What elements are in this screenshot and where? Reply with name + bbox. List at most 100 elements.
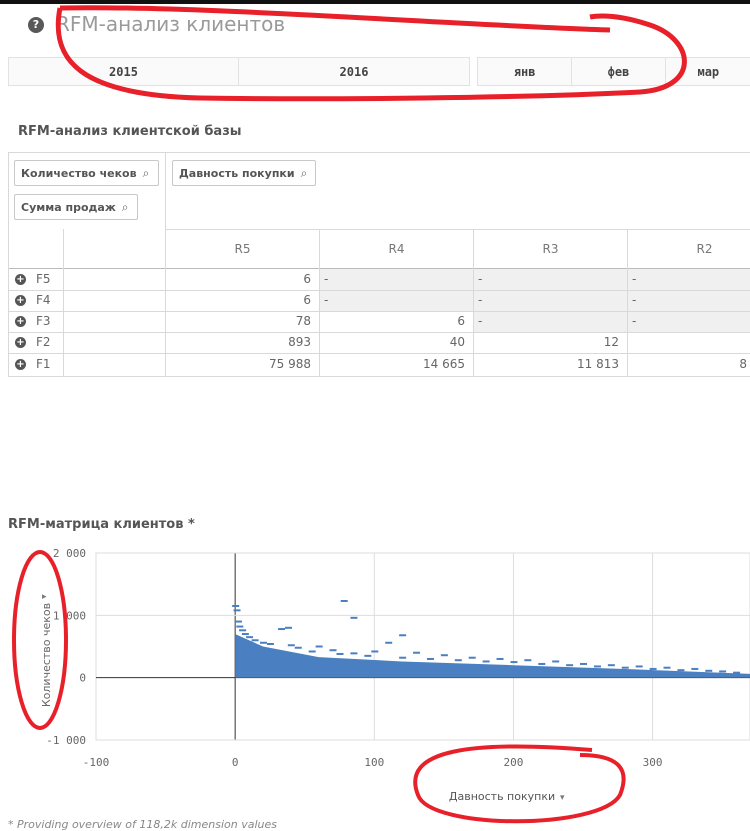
scatter-point[interactable] (371, 650, 379, 653)
column-header-r4[interactable]: R4 (320, 230, 473, 268)
scatter-point[interactable] (510, 661, 518, 664)
scatter-point[interactable] (538, 662, 546, 665)
search-icon[interactable]: ⌕ (301, 166, 308, 181)
scatter-point[interactable] (482, 660, 490, 663)
scatter-point[interactable] (246, 636, 254, 639)
scatter-point[interactable] (266, 643, 274, 646)
scatter-point[interactable] (593, 665, 601, 668)
scatter-point[interactable] (233, 609, 241, 612)
scatter-point[interactable] (278, 628, 286, 631)
scatter-point[interactable] (315, 645, 323, 648)
scatter-point[interactable] (241, 633, 249, 636)
scatter-point[interactable] (350, 652, 358, 655)
scatter-point[interactable] (364, 654, 372, 657)
table-cell: - (478, 314, 483, 328)
rfm-matrix-chart[interactable]: -100 0 100 200 300 2 000 1 000 0 -1 000 Количест… (0, 545, 750, 827)
dimension-label: Сумма продаж (21, 200, 116, 214)
scatter-point[interactable] (663, 666, 671, 669)
row-header-f3[interactable]: + F3 (8, 311, 51, 332)
search-icon[interactable]: ⌕ (143, 166, 150, 181)
plot-area (95, 552, 750, 741)
scatter-point[interactable] (454, 659, 462, 662)
scatter-point[interactable] (340, 599, 348, 602)
row-header-f1[interactable]: + F1 (8, 354, 51, 375)
expand-plus-icon[interactable]: + (15, 359, 26, 370)
table-cell: 8 (739, 357, 747, 371)
scatter-point[interactable] (413, 651, 421, 654)
table-cell: - (478, 293, 483, 307)
scatter-point[interactable] (649, 667, 657, 670)
table-cell: - (324, 293, 329, 307)
expand-plus-icon[interactable]: + (15, 274, 26, 285)
table-cell: 14 665 (423, 357, 465, 371)
scatter-point[interactable] (607, 664, 615, 667)
dropdown-arrow-icon[interactable]: ▾ (560, 793, 565, 803)
scatter-point[interactable] (705, 669, 713, 672)
row-header-f5[interactable]: + F5 (8, 269, 51, 290)
dimension-chip-checks[interactable]: Количество чеков ⌕ (14, 160, 159, 186)
scatter-point[interactable] (336, 652, 344, 655)
scatter-point[interactable] (239, 629, 247, 632)
expand-plus-icon[interactable]: + (15, 316, 26, 327)
scatter-point[interactable] (350, 616, 358, 619)
scatter-point[interactable] (621, 666, 629, 669)
scatter-point[interactable] (329, 649, 337, 652)
matrix-title: RFM-матрица клиентов * (8, 517, 195, 532)
scatter-point[interactable] (580, 662, 588, 665)
scatter-point[interactable] (468, 656, 476, 659)
scatter-point[interactable] (496, 657, 504, 660)
scatter-point[interactable] (236, 625, 244, 628)
table-cell: 40 (449, 335, 465, 349)
table-cell (628, 332, 750, 353)
scatter-point[interactable] (691, 667, 699, 670)
y-tick-label: 0 (79, 672, 86, 685)
scatter-point[interactable] (399, 634, 407, 637)
scatter-point[interactable] (440, 654, 448, 657)
y-axis-label[interactable]: Количество чеков (40, 603, 53, 707)
y-tick-label: 1 000 (53, 609, 86, 622)
scatter-point[interactable] (294, 646, 302, 649)
scatter-point[interactable] (733, 671, 741, 674)
expand-plus-icon[interactable]: + (15, 295, 26, 306)
scatter-point[interactable] (259, 641, 267, 644)
table-cell: - (324, 272, 329, 286)
scatter-point[interactable] (232, 604, 240, 607)
row-header-f2[interactable]: + F2 (8, 332, 51, 353)
grid-line (8, 152, 750, 153)
scatter-point[interactable] (287, 644, 295, 647)
search-icon[interactable]: ⌕ (122, 200, 129, 215)
scatter-point[interactable] (308, 650, 316, 653)
scatter-point[interactable] (251, 639, 259, 642)
annotation-layer (55, 5, 687, 102)
scatter-point[interactable] (524, 659, 532, 662)
column-header-r2[interactable]: R2 (628, 230, 750, 268)
table-cell: - (632, 293, 637, 307)
expand-plus-icon[interactable]: + (15, 337, 26, 348)
x-tick-label: 200 (504, 756, 524, 769)
scatter-point[interactable] (385, 641, 393, 644)
pivot-title: RFM-анализ клиентской базы (18, 124, 242, 139)
scatter-point[interactable] (552, 660, 560, 663)
scatter-point[interactable] (635, 665, 643, 668)
annotation-circle (55, 7, 687, 102)
scatter-point[interactable] (234, 620, 242, 623)
y-tick-label: -1 000 (46, 734, 86, 747)
dropdown-arrow-icon[interactable]: ▸ (42, 592, 47, 602)
row-header-f4[interactable]: + F4 (8, 290, 51, 311)
column-header-r5[interactable]: R5 (166, 230, 319, 268)
dimension-chip-sales[interactable]: Сумма продаж ⌕ (14, 194, 138, 220)
y-tick-label: 2 000 (53, 547, 86, 560)
scatter-point[interactable] (399, 656, 407, 659)
scatter-point[interactable] (719, 670, 727, 673)
scatter-point[interactable] (566, 664, 574, 667)
dimension-chip-recency[interactable]: Давность покупки ⌕ (172, 160, 316, 186)
scatter-point[interactable] (677, 669, 685, 672)
scatter-point[interactable] (285, 626, 293, 629)
x-axis-label[interactable]: Давность покупки (449, 790, 555, 803)
table-cell: 75 988 (269, 357, 311, 371)
column-header-r3[interactable]: R3 (474, 230, 627, 268)
x-tick-label: 300 (643, 756, 663, 769)
scatter-point[interactable] (426, 657, 434, 660)
footnote: * Providing overview of 118,2k dimension… (8, 818, 278, 831)
table-cell: 6 (303, 272, 311, 286)
